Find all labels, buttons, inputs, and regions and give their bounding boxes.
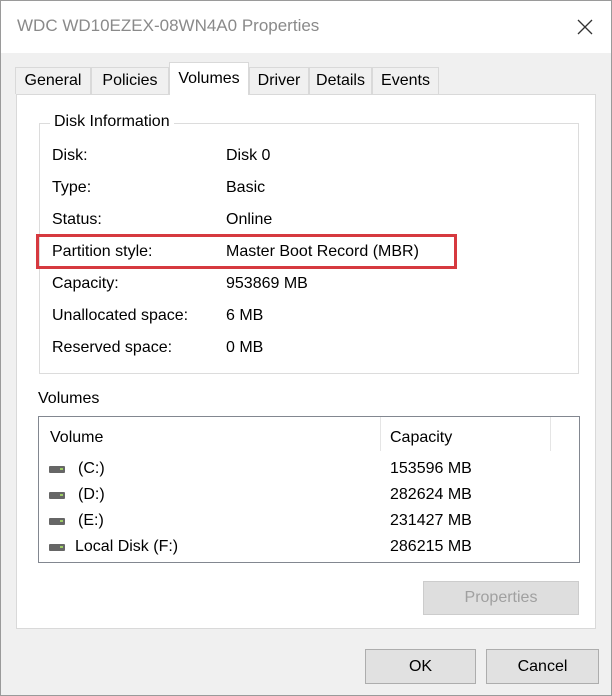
disk-information-heading: Disk Information — [50, 113, 174, 131]
tab-details[interactable]: Details — [309, 67, 372, 94]
volume-capacity: 286215 MB — [390, 538, 472, 555]
volume-capacity: 231427 MB — [390, 512, 472, 529]
tab-general[interactable]: General — [15, 67, 91, 94]
column-header-volume[interactable]: Volume — [50, 429, 103, 447]
drive-icon — [49, 518, 65, 525]
disk-value: Disk 0 — [226, 147, 271, 164]
drive-icon — [49, 544, 65, 551]
close-icon — [577, 19, 593, 35]
volumes-heading: Volumes — [38, 390, 100, 407]
type-value: Basic — [226, 179, 266, 196]
properties-dialog: WDC WD10EZEX-08WN4A0 Properties General … — [0, 0, 612, 696]
column-divider[interactable] — [380, 417, 381, 451]
close-button[interactable] — [563, 7, 607, 47]
volume-capacity: 282624 MB — [390, 486, 472, 503]
status-value: Online — [226, 211, 273, 228]
disk-label: Disk: — [52, 147, 88, 164]
window-title: WDC WD10EZEX-08WN4A0 Properties — [17, 16, 320, 35]
capacity-label: Capacity: — [52, 275, 119, 292]
tab-strip: General Policies Volumes Driver Details … — [15, 62, 605, 95]
reserved-space-value: 0 MB — [226, 339, 264, 356]
title-bar: WDC WD10EZEX-08WN4A0 Properties — [1, 1, 611, 53]
volume-name: (C:) — [78, 460, 105, 477]
ok-button[interactable]: OK — [365, 649, 476, 684]
tab-policies[interactable]: Policies — [91, 67, 169, 94]
volume-properties-button[interactable]: Properties — [423, 581, 579, 615]
type-label: Type: — [52, 179, 92, 196]
reserved-space-label: Reserved space: — [52, 339, 173, 356]
status-label: Status: — [52, 211, 102, 228]
drive-icon — [49, 466, 65, 473]
tab-driver[interactable]: Driver — [249, 67, 309, 94]
drive-icon — [49, 492, 65, 499]
volume-name: (D:) — [78, 486, 105, 503]
volume-name: Local Disk (F:) — [75, 538, 179, 555]
volume-name: (E:) — [78, 512, 104, 529]
volumes-list[interactable]: Volume Capacity (C:) 153596 MB (D:) 2826… — [38, 416, 580, 563]
unallocated-space-value: 6 MB — [226, 307, 264, 324]
tab-volumes[interactable]: Volumes — [169, 62, 249, 95]
column-header-capacity[interactable]: Capacity — [390, 429, 452, 447]
column-divider[interactable] — [550, 417, 551, 451]
partition-style-highlight — [36, 234, 457, 269]
tab-events[interactable]: Events — [372, 67, 439, 94]
volume-capacity: 153596 MB — [390, 460, 472, 477]
unallocated-space-label: Unallocated space: — [52, 307, 189, 324]
cancel-button[interactable]: Cancel — [486, 649, 599, 684]
capacity-value: 953869 MB — [226, 275, 308, 292]
